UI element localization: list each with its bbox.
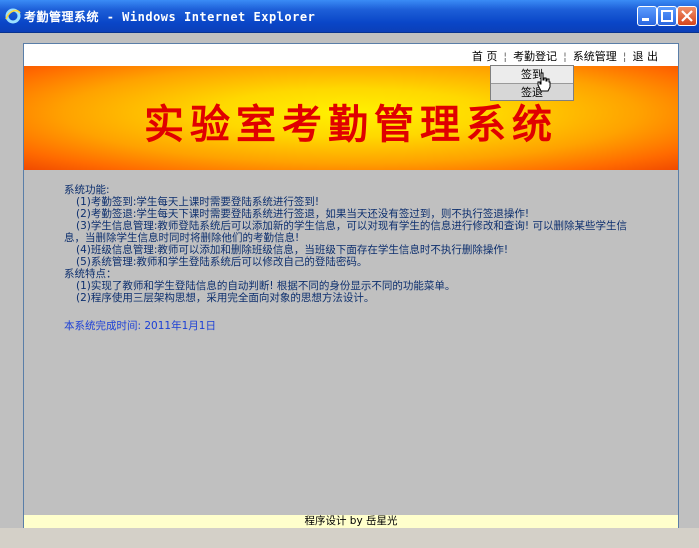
banner-title: 实验室考勤管理系统 bbox=[144, 101, 558, 148]
close-icon bbox=[681, 10, 693, 22]
nav-item-system-admin[interactable]: 系统管理 bbox=[567, 48, 623, 64]
func-heading: 系统功能: bbox=[64, 184, 110, 196]
status-bar bbox=[0, 528, 699, 548]
nav-menu: 首 页 ¦ 考勤登记 ¦ 系统管理 ¦ 退 出 bbox=[466, 48, 664, 64]
maximize-button[interactable] bbox=[657, 6, 677, 26]
nav-item-logout[interactable]: 退 出 bbox=[627, 48, 665, 64]
maximize-icon bbox=[661, 10, 673, 22]
nav-item-attendance[interactable]: 考勤登记 bbox=[507, 48, 563, 64]
func-item: (2)考勤签退:学生每天下课时需要登陆系统进行签退，如果当天还没有签过到，则不执… bbox=[76, 208, 530, 220]
close-button[interactable] bbox=[677, 6, 697, 26]
nav-item-home[interactable]: 首 页 bbox=[466, 48, 504, 64]
func-item-continued: 息，当删除学生信息时同时将删除他们的考勤信息! bbox=[64, 232, 300, 244]
hand-cursor-icon bbox=[537, 72, 551, 92]
func-item: (4)班级信息管理:教师可以添加和删除班级信息，当班级下面存在学生信息时不执行删… bbox=[76, 244, 509, 256]
completion-date: 本系统完成时间: 2011年1月1日 bbox=[64, 320, 216, 332]
system-description: 系统功能: (1)考勤签到:学生每天上课时需要登陆系统进行签到! (2)考勤签退… bbox=[64, 184, 644, 304]
footer-credit: 程序设计 by 岳星光 bbox=[24, 515, 678, 528]
minimize-icon bbox=[642, 18, 649, 21]
func-item: (5)系统管理:教师和学生登陆系统后可以修改自己的登陆密码。 bbox=[76, 256, 368, 268]
ie-icon bbox=[5, 8, 21, 24]
func-item: (1)考勤签到:学生每天上课时需要登陆系统进行签到! bbox=[76, 196, 320, 208]
header-banner: 实验室考勤管理系统 bbox=[24, 66, 678, 170]
window-title-bar[interactable]: 考勤管理系统 - Windows Internet Explorer bbox=[0, 0, 699, 33]
feature-heading: 系统特点： bbox=[64, 268, 117, 280]
window-title: 考勤管理系统 - Windows Internet Explorer bbox=[24, 10, 316, 24]
attendance-dropdown: 签到 签退 bbox=[490, 65, 574, 101]
feature-item: (1)实现了教师和学生登陆信息的自动判断! 根据不同的身份显示不同的功能菜单。 bbox=[76, 280, 456, 292]
func-item: (3)学生信息管理:教师登陆系统后可以添加新的学生信息，可以对现有学生的信息进行… bbox=[76, 220, 627, 232]
dropdown-item-sign-out[interactable]: 签退 bbox=[491, 84, 573, 101]
dropdown-item-sign-in[interactable]: 签到 bbox=[491, 66, 573, 84]
minimize-button[interactable] bbox=[637, 6, 657, 26]
feature-item: (2)程序使用三层架构思想，采用完全面向对象的思想方法设计。 bbox=[76, 292, 375, 304]
top-nav-bar: 首 页 ¦ 考勤登记 ¦ 系统管理 ¦ 退 出 bbox=[24, 44, 678, 66]
